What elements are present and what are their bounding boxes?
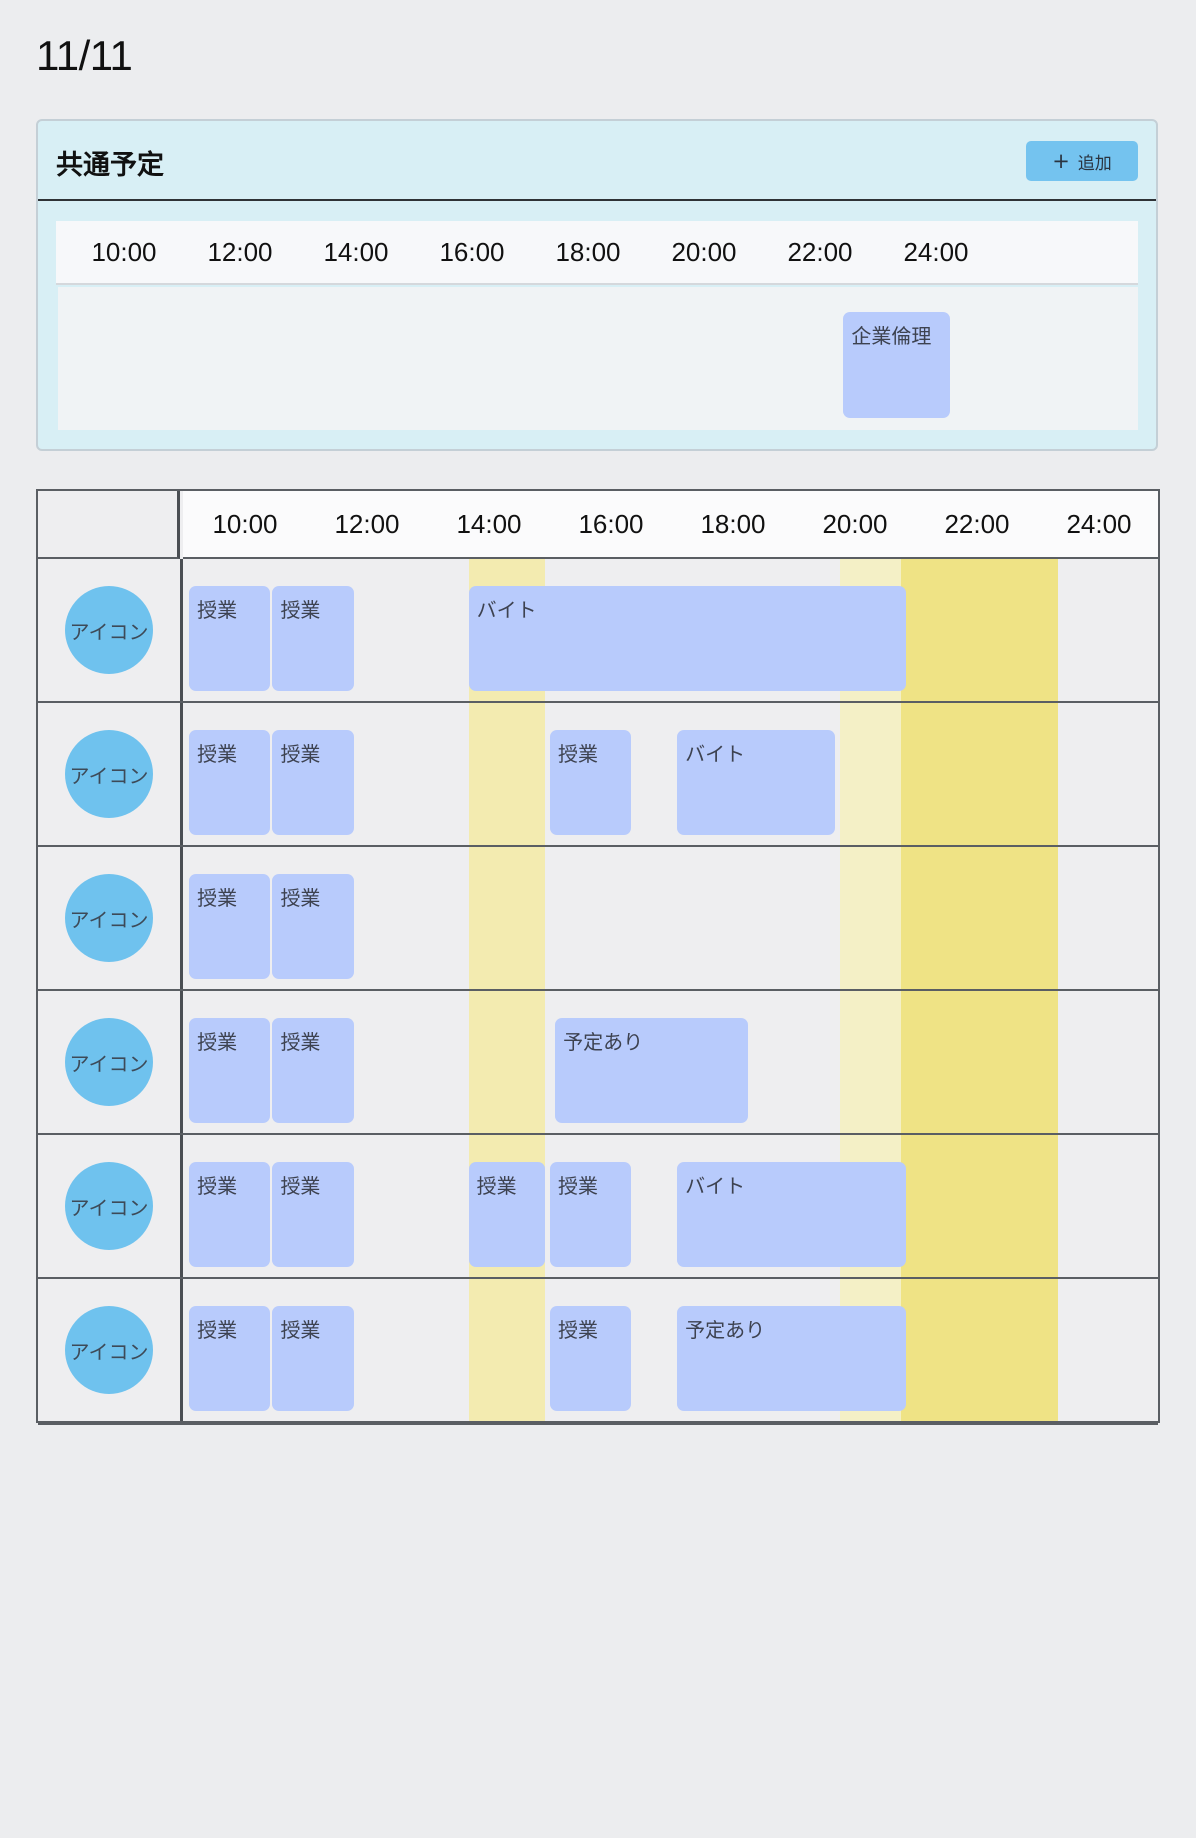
add-button-label: 追加: [1077, 153, 1112, 174]
member-event-block[interactable]: 授業: [468, 1162, 545, 1267]
member-avatar[interactable]: アイコン: [65, 1162, 153, 1250]
member-avatar[interactable]: アイコン: [65, 1018, 153, 1106]
time-label: 18:00: [700, 508, 766, 539]
common-schedule-title: 共通予定: [56, 150, 164, 181]
member-event-block[interactable]: バイト: [677, 730, 835, 835]
member-event-block[interactable]: 授業: [550, 1306, 632, 1411]
member-event-block[interactable]: 授業: [272, 586, 354, 691]
member-event-block[interactable]: 予定あり: [677, 1306, 906, 1411]
member-event-block[interactable]: 予定あり: [555, 1018, 749, 1123]
member-event-block[interactable]: 授業: [272, 874, 354, 979]
add-common-event-button[interactable]: + 追加: [1026, 141, 1138, 181]
member-row: アイコン 授業 授業 授業 授業 バイト: [38, 1135, 1158, 1279]
member-row-timeline: 授業 授業 バイト: [183, 559, 1158, 701]
date-title: 11/11: [36, 32, 133, 79]
member-row-timeline: 授業 授業 授業 バイト: [183, 703, 1158, 845]
member-event-block[interactable]: 授業: [272, 730, 354, 835]
member-event-block[interactable]: 授業: [550, 1162, 632, 1267]
time-label: 12:00: [207, 236, 273, 267]
member-row-timeline: 授業 授業 授業 授業 バイト: [183, 1135, 1158, 1277]
time-label: 22:00: [944, 508, 1010, 539]
member-event-block[interactable]: 授業: [272, 1306, 354, 1411]
member-row: アイコン 授業 授業 授業 予定あり: [38, 1279, 1158, 1425]
time-label: 24:00: [1066, 508, 1132, 539]
member-avatar[interactable]: アイコン: [65, 874, 153, 962]
time-label: 14:00: [456, 508, 522, 539]
time-label: 10:00: [212, 508, 278, 539]
common-time-axis: 10:00 12:00 14:00 16:00 18:00 20:00 22:00 24:00: [56, 221, 1138, 285]
common-timeline: 企業倫理: [58, 287, 1138, 430]
member-event-block[interactable]: 授業: [272, 1018, 354, 1123]
plus-icon: +: [1052, 148, 1070, 173]
member-event-block[interactable]: 授業: [189, 586, 271, 691]
member-event-block[interactable]: バイト: [677, 1162, 906, 1267]
member-row-timeline: 授業 授業 予定あり: [183, 991, 1158, 1133]
member-time-axis: 10:00 12:00 14:00 16:00 18:00 20:00 22:00 24:00: [183, 491, 1158, 559]
member-row: アイコン 授業 授業 予定あり: [38, 991, 1158, 1135]
member-row: アイコン 授業 授業: [38, 847, 1158, 991]
member-event-block[interactable]: 授業: [189, 1306, 271, 1411]
time-label: 20:00: [671, 236, 737, 267]
member-avatar[interactable]: アイコン: [65, 730, 153, 818]
member-event-block[interactable]: バイト: [468, 586, 906, 691]
time-label: 16:00: [578, 508, 644, 539]
member-event-block[interactable]: 授業: [272, 1162, 354, 1267]
common-schedule-panel: 共通予定 + 追加 10:00 12:00 14:00 16:00 18:00 20:00…: [36, 119, 1158, 451]
time-label: 14:00: [323, 236, 389, 267]
member-avatar[interactable]: アイコン: [65, 1306, 153, 1394]
member-row-timeline: 授業 授業 授業 予定あり: [183, 1279, 1158, 1422]
member-event-block[interactable]: 授業: [189, 874, 271, 979]
member-row: アイコン 授業 授業 授業 バイト: [38, 703, 1158, 847]
common-event-block[interactable]: 企業倫理: [843, 312, 950, 418]
member-row: アイコン 授業 授業 バイト: [38, 559, 1158, 703]
table-corner-cell: [38, 491, 180, 559]
member-row-timeline: 授業 授業: [183, 847, 1158, 989]
member-event-block[interactable]: 授業: [189, 1018, 271, 1123]
member-event-block[interactable]: 授業: [550, 730, 632, 835]
member-event-block[interactable]: 授業: [189, 730, 271, 835]
time-label: 16:00: [439, 236, 505, 267]
time-label: 22:00: [787, 236, 853, 267]
member-schedule-table: 10:00 12:00 14:00 16:00 18:00 20:00 22:00 24:00…: [36, 489, 1160, 1425]
time-label: 10:00: [91, 236, 157, 267]
time-label: 24:00: [903, 236, 969, 267]
member-avatar[interactable]: アイコン: [65, 586, 153, 674]
time-label: 18:00: [555, 236, 621, 267]
member-event-block[interactable]: 授業: [189, 1162, 271, 1267]
time-label: 12:00: [334, 508, 400, 539]
time-label: 20:00: [822, 508, 888, 539]
common-schedule-header: 共通予定 + 追加: [38, 121, 1156, 201]
